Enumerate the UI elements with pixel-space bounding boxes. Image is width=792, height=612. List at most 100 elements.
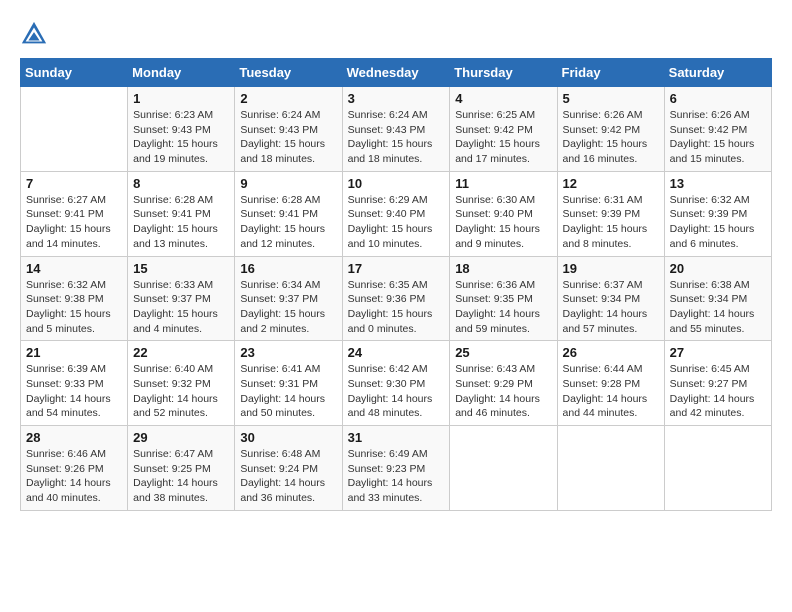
calendar-cell (21, 87, 128, 172)
day-info: Sunrise: 6:47 AMSunset: 9:25 PMDaylight:… (133, 447, 229, 506)
calendar-cell: 27 Sunrise: 6:45 AMSunset: 9:27 PMDayligh… (664, 341, 771, 426)
calendar-day-header: Thursday (450, 59, 557, 87)
day-info: Sunrise: 6:23 AMSunset: 9:43 PMDaylight:… (133, 108, 229, 167)
calendar-cell: 21 Sunrise: 6:39 AMSunset: 9:33 PMDayligh… (21, 341, 128, 426)
day-number: 25 (455, 345, 551, 360)
calendar-cell: 13 Sunrise: 6:32 AMSunset: 9:39 PMDayligh… (664, 171, 771, 256)
day-number: 5 (563, 91, 659, 106)
day-info: Sunrise: 6:40 AMSunset: 9:32 PMDaylight:… (133, 362, 229, 421)
day-number: 29 (133, 430, 229, 445)
day-info: Sunrise: 6:33 AMSunset: 9:37 PMDaylight:… (133, 278, 229, 337)
day-info: Sunrise: 6:35 AMSunset: 9:36 PMDaylight:… (348, 278, 445, 337)
calendar-cell: 1 Sunrise: 6:23 AMSunset: 9:43 PMDaylight… (128, 87, 235, 172)
day-info: Sunrise: 6:30 AMSunset: 9:40 PMDaylight:… (455, 193, 551, 252)
day-info: Sunrise: 6:49 AMSunset: 9:23 PMDaylight:… (348, 447, 445, 506)
day-number: 1 (133, 91, 229, 106)
day-info: Sunrise: 6:28 AMSunset: 9:41 PMDaylight:… (133, 193, 229, 252)
calendar-day-header: Friday (557, 59, 664, 87)
day-number: 10 (348, 176, 445, 191)
calendar-cell: 4Sunrise: 6:25 AMSunset: 9:42 PMDaylight… (450, 87, 557, 172)
day-info: Sunrise: 6:32 AMSunset: 9:39 PMDaylight:… (670, 193, 766, 252)
calendar-cell: 14 Sunrise: 6:32 AMSunset: 9:38 PMDayligh… (21, 256, 128, 341)
day-info: Sunrise: 6:38 AMSunset: 9:34 PMDaylight:… (670, 278, 766, 337)
day-info: Sunrise: 6:39 AMSunset: 9:33 PMDaylight:… (26, 362, 122, 421)
day-info: Sunrise: 6:46 AMSunset: 9:26 PMDaylight:… (26, 447, 122, 506)
day-number: 15 (133, 261, 229, 276)
calendar-cell: 31 Sunrise: 6:49 AMSunset: 9:23 PMDayligh… (342, 426, 450, 511)
calendar-cell: 5Sunrise: 6:26 AMSunset: 9:42 PMDaylight… (557, 87, 664, 172)
day-info: Sunrise: 6:45 AMSunset: 9:27 PMDaylight:… (670, 362, 766, 421)
calendar-cell: 11 Sunrise: 6:30 AMSunset: 9:40 PMDayligh… (450, 171, 557, 256)
calendar-cell: 20Sunrise: 6:38 AMSunset: 9:34 PMDayligh… (664, 256, 771, 341)
day-info: Sunrise: 6:29 AMSunset: 9:40 PMDaylight:… (348, 193, 445, 252)
calendar-cell: 19Sunrise: 6:37 AMSunset: 9:34 PMDayligh… (557, 256, 664, 341)
day-info: Sunrise: 6:26 AMSunset: 9:42 PMDaylight:… (670, 108, 766, 167)
calendar-cell: 28 Sunrise: 6:46 AMSunset: 9:26 PMDayligh… (21, 426, 128, 511)
calendar-day-header: Tuesday (235, 59, 342, 87)
day-info: Sunrise: 6:27 AMSunset: 9:41 PMDaylight:… (26, 193, 122, 252)
day-info: Sunrise: 6:31 AMSunset: 9:39 PMDaylight:… (563, 193, 659, 252)
calendar-week-row: 21 Sunrise: 6:39 AMSunset: 9:33 PMDayligh… (21, 341, 772, 426)
calendar-cell: 30Sunrise: 6:48 AMSunset: 9:24 PMDayligh… (235, 426, 342, 511)
day-number: 6 (670, 91, 766, 106)
day-number: 8 (133, 176, 229, 191)
day-info: Sunrise: 6:37 AMSunset: 9:34 PMDaylight:… (563, 278, 659, 337)
calendar-week-row: 28 Sunrise: 6:46 AMSunset: 9:26 PMDayligh… (21, 426, 772, 511)
day-info: Sunrise: 6:42 AMSunset: 9:30 PMDaylight:… (348, 362, 445, 421)
calendar-cell: 24 Sunrise: 6:42 AMSunset: 9:30 PMDayligh… (342, 341, 450, 426)
day-info: Sunrise: 6:32 AMSunset: 9:38 PMDaylight:… (26, 278, 122, 337)
day-number: 13 (670, 176, 766, 191)
calendar-cell: 16Sunrise: 6:34 AMSunset: 9:37 PMDayligh… (235, 256, 342, 341)
calendar-cell: 8 Sunrise: 6:28 AMSunset: 9:41 PMDaylight… (128, 171, 235, 256)
calendar-cell: 17 Sunrise: 6:35 AMSunset: 9:36 PMDayligh… (342, 256, 450, 341)
day-number: 18 (455, 261, 551, 276)
calendar-cell (450, 426, 557, 511)
day-number: 2 (240, 91, 336, 106)
day-info: Sunrise: 6:41 AMSunset: 9:31 PMDaylight:… (240, 362, 336, 421)
day-number: 11 (455, 176, 551, 191)
day-number: 14 (26, 261, 122, 276)
logo (20, 20, 52, 48)
calendar-day-header: Monday (128, 59, 235, 87)
day-number: 27 (670, 345, 766, 360)
calendar-cell: 26 Sunrise: 6:44 AMSunset: 9:28 PMDayligh… (557, 341, 664, 426)
day-info: Sunrise: 6:34 AMSunset: 9:37 PMDaylight:… (240, 278, 336, 337)
calendar-cell: 2Sunrise: 6:24 AMSunset: 9:43 PMDaylight… (235, 87, 342, 172)
calendar-week-row: 7 Sunrise: 6:27 AMSunset: 9:41 PMDaylight… (21, 171, 772, 256)
day-number: 24 (348, 345, 445, 360)
day-number: 7 (26, 176, 122, 191)
calendar-cell: 23 Sunrise: 6:41 AMSunset: 9:31 PMDayligh… (235, 341, 342, 426)
day-number: 9 (240, 176, 336, 191)
calendar-cell: 29 Sunrise: 6:47 AMSunset: 9:25 PMDayligh… (128, 426, 235, 511)
logo-icon (20, 20, 48, 48)
day-number: 3 (348, 91, 445, 106)
calendar-cell: 15 Sunrise: 6:33 AMSunset: 9:37 PMDayligh… (128, 256, 235, 341)
day-info: Sunrise: 6:44 AMSunset: 9:28 PMDaylight:… (563, 362, 659, 421)
day-number: 23 (240, 345, 336, 360)
day-info: Sunrise: 6:24 AMSunset: 9:43 PMDaylight:… (348, 108, 445, 167)
calendar-cell: 22 Sunrise: 6:40 AMSunset: 9:32 PMDayligh… (128, 341, 235, 426)
day-number: 26 (563, 345, 659, 360)
calendar-cell: 10 Sunrise: 6:29 AMSunset: 9:40 PMDayligh… (342, 171, 450, 256)
day-info: Sunrise: 6:36 AMSunset: 9:35 PMDaylight:… (455, 278, 551, 337)
calendar-cell (557, 426, 664, 511)
calendar-cell: 18 Sunrise: 6:36 AMSunset: 9:35 PMDayligh… (450, 256, 557, 341)
calendar-cell: 3 Sunrise: 6:24 AMSunset: 9:43 PMDaylight… (342, 87, 450, 172)
day-number: 22 (133, 345, 229, 360)
calendar-week-row: 1 Sunrise: 6:23 AMSunset: 9:43 PMDaylight… (21, 87, 772, 172)
day-number: 21 (26, 345, 122, 360)
day-info: Sunrise: 6:28 AMSunset: 9:41 PMDaylight:… (240, 193, 336, 252)
page-header (20, 20, 772, 48)
day-number: 28 (26, 430, 122, 445)
calendar-header-row: SundayMondayTuesdayWednesdayThursdayFrid… (21, 59, 772, 87)
calendar-week-row: 14 Sunrise: 6:32 AMSunset: 9:38 PMDayligh… (21, 256, 772, 341)
calendar-cell: 9 Sunrise: 6:28 AMSunset: 9:41 PMDaylight… (235, 171, 342, 256)
calendar-cell (664, 426, 771, 511)
calendar-cell: 25Sunrise: 6:43 AMSunset: 9:29 PMDayligh… (450, 341, 557, 426)
day-number: 31 (348, 430, 445, 445)
calendar-table: SundayMondayTuesdayWednesdayThursdayFrid… (20, 58, 772, 511)
calendar-cell: 7 Sunrise: 6:27 AMSunset: 9:41 PMDaylight… (21, 171, 128, 256)
calendar-day-header: Wednesday (342, 59, 450, 87)
day-number: 17 (348, 261, 445, 276)
calendar-day-header: Sunday (21, 59, 128, 87)
